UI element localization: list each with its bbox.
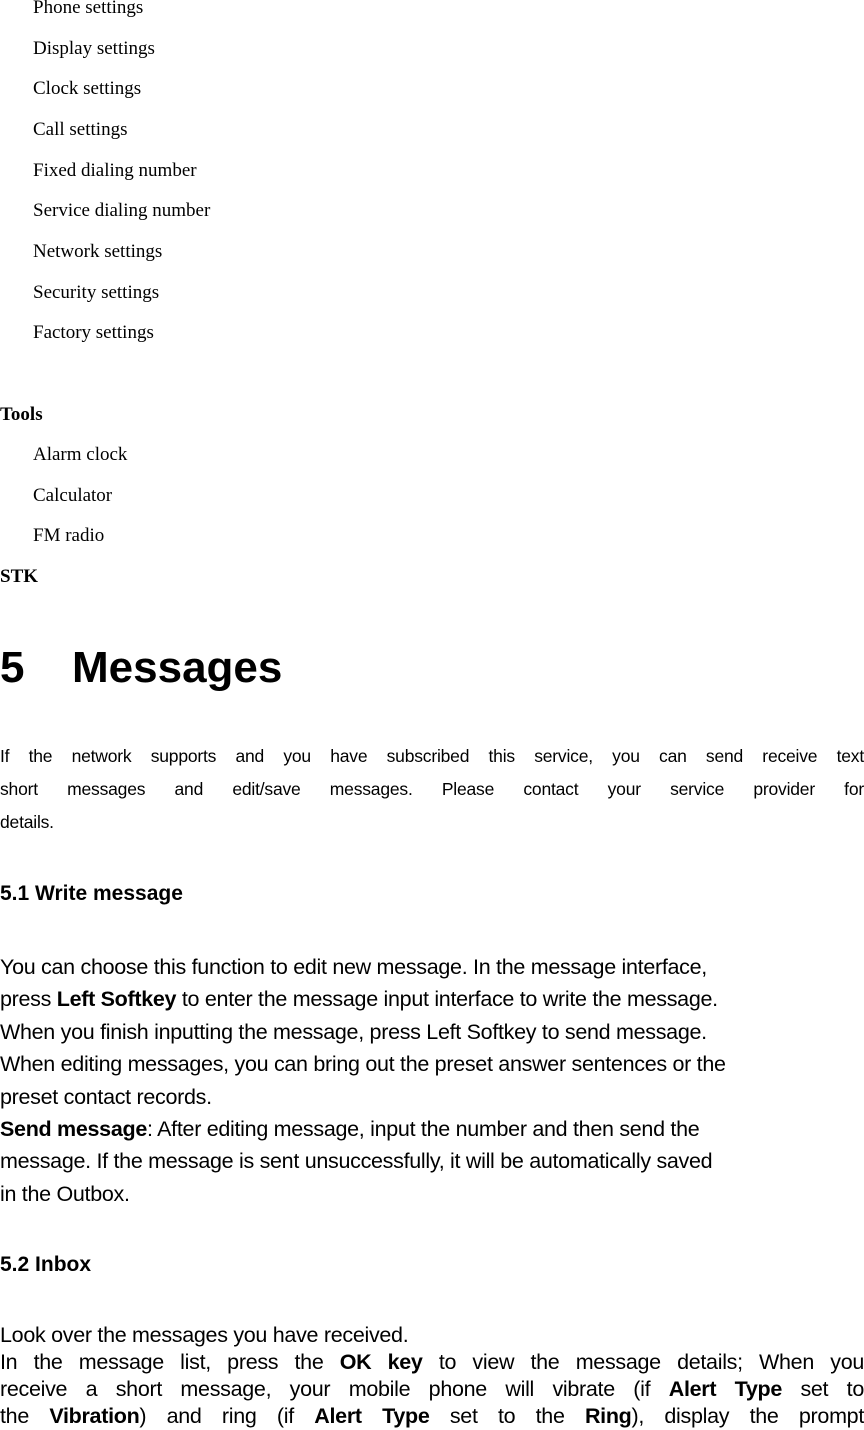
text-line: in the Outbox. (0, 1181, 130, 1206)
section-heading-inbox: 5.2 Inbox (0, 1253, 92, 1276)
menu-item-security-settings: Security settings (33, 282, 160, 303)
menu-item-factory-settings: Factory settings (33, 322, 154, 343)
menu-item-clock-settings: Clock settings (33, 78, 142, 99)
text-run: the (0, 1404, 50, 1428)
text-run: press (0, 987, 57, 1012)
menu-item-display-settings: Display settings (33, 38, 155, 59)
text-line: press Left Softkey to enter the message … (0, 983, 864, 1015)
menu-item-service-dialing-number: Service dialing number (33, 200, 211, 221)
stk-heading: STK (0, 566, 39, 587)
text-run: set to (782, 1377, 864, 1401)
text-run: set to the (429, 1404, 585, 1428)
intro-line: details. (0, 812, 54, 832)
menu-item-network-settings: Network settings (33, 241, 163, 262)
bold-term-vibration: Vibration (49, 1404, 140, 1428)
text-run: : After editing message, input the numbe… (146, 1117, 700, 1142)
menu-item-alarm-clock: Alarm clock (33, 444, 128, 465)
text-line: the Vibration) and ring (if Alert Type s… (0, 1403, 864, 1430)
text-line: message. If the message is sent unsucces… (0, 1149, 713, 1174)
text-line: receive a short message, your mobile pho… (0, 1376, 864, 1403)
menu-item-fixed-dialing-number: Fixed dialing number (33, 160, 197, 181)
menu-item-fm-radio: FM radio (33, 525, 105, 546)
menu-item-call-settings: Call settings (33, 119, 128, 140)
text-line: Send message: After editing message, inp… (0, 1113, 864, 1145)
chapter-number: 5 (0, 643, 25, 692)
text-line: preset contact records. (0, 1084, 212, 1109)
bold-term-send-message: Send message (0, 1117, 147, 1142)
write-message-paragraph: You can choose this function to edit new… (0, 951, 864, 1210)
text-run: receive a short message, your mobile pho… (0, 1377, 669, 1401)
chapter-title: Messages (72, 643, 283, 692)
text-line: In the message list, press the OK key to… (0, 1349, 864, 1376)
chapter-intro: If the network supports and you have sub… (0, 740, 864, 839)
bold-term-left-softkey: Left Softkey (56, 987, 177, 1012)
intro-line: If the network supports and you have sub… (0, 746, 864, 766)
text-line: You can choose this function to edit new… (0, 955, 707, 979)
text-line: When you finish inputting the message, p… (0, 1019, 707, 1044)
bold-term-ok-key: OK key (339, 1350, 423, 1374)
text-run: In the message list, press the (0, 1350, 340, 1374)
chapter-heading: 5 Messages (0, 643, 282, 693)
text-line: When editing messages, you can bring out… (0, 1052, 726, 1077)
bold-term-alert-type: Alert Type (314, 1404, 430, 1428)
section-heading-write-message: 5.1 Write message (0, 882, 183, 905)
menu-item-calculator: Calculator (33, 485, 113, 506)
bold-term-ring: Ring (584, 1404, 632, 1428)
inbox-paragraph: Look over the messages you have received… (0, 1322, 864, 1430)
text-run: ), display the prompt (631, 1404, 864, 1428)
bold-term-alert-type: Alert Type (668, 1377, 783, 1401)
text-line: Look over the messages you have received… (0, 1323, 409, 1347)
text-run: ) and ring (if (139, 1404, 315, 1428)
text-run: to enter the message input interface to … (176, 987, 718, 1012)
tools-heading: Tools (0, 404, 43, 425)
menu-item-phone-settings: Phone settings (33, 0, 144, 18)
text-run: to view the message details; When you (422, 1350, 864, 1374)
intro-line: short messages and edit/save messages. P… (0, 779, 864, 799)
